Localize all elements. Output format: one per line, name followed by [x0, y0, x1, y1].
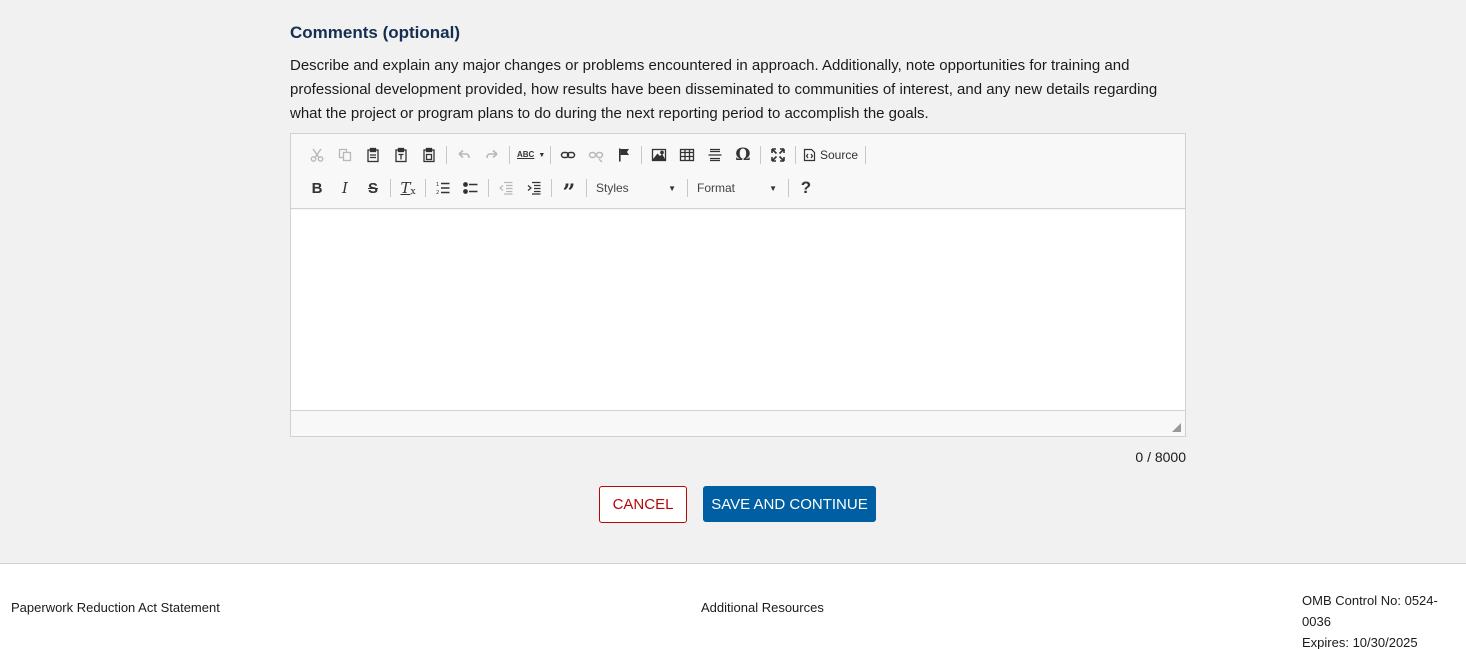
toolbar-separator: [488, 179, 489, 197]
spellcheck-button[interactable]: ABC ▼: [513, 142, 547, 168]
remove-format-icon[interactable]: Tx: [394, 175, 422, 201]
toolbar-separator: [425, 179, 426, 197]
table-icon[interactable]: [673, 142, 701, 168]
toolbar-separator: [550, 146, 551, 164]
help-icon[interactable]: ?: [792, 175, 820, 201]
additional-resources-link[interactable]: Additional Resources: [701, 600, 824, 615]
page-footer: Paperwork Reduction Act Statement Additi…: [0, 563, 1466, 649]
editor-content-area[interactable]: [291, 210, 1185, 410]
save-and-continue-button[interactable]: SAVE AND CONTINUE: [703, 486, 876, 522]
maximize-icon[interactable]: [764, 142, 792, 168]
toolbar-separator: [788, 179, 789, 197]
undo-icon[interactable]: [450, 142, 478, 168]
toolbar-separator: [687, 179, 688, 197]
special-character-icon[interactable]: Ω: [729, 142, 757, 168]
paste-word-icon[interactable]: [415, 142, 443, 168]
format-label: Format: [697, 181, 736, 195]
comments-heading: Comments (optional): [290, 23, 460, 42]
toolbar-separator: [509, 146, 510, 164]
toolbar-separator: [865, 146, 867, 164]
bold-icon[interactable]: B: [303, 175, 331, 201]
paste-icon[interactable]: [359, 142, 387, 168]
outdent-icon[interactable]: [492, 175, 520, 201]
svg-text:2: 2: [436, 190, 439, 196]
cut-icon[interactable]: [303, 142, 331, 168]
rich-text-editor: ABC ▼ Ω Source B I S T x 1 2 ” Styles ▼ …: [290, 133, 1186, 437]
numbered-list-icon[interactable]: 12: [429, 175, 457, 201]
editor-status-bar: [291, 410, 1185, 436]
styles-label: Styles: [596, 181, 629, 195]
toolbar-separator: [760, 146, 761, 164]
toolbar-separator: [390, 179, 391, 197]
source-button[interactable]: Source: [799, 142, 862, 168]
omb-info: OMB Control No: 0524-0036 Expires: 10/30…: [1302, 590, 1466, 649]
toolbar-separator: [795, 146, 796, 164]
copy-icon[interactable]: [331, 142, 359, 168]
cancel-button[interactable]: CANCEL: [599, 486, 687, 523]
character-counter: 0 / 8000: [1135, 449, 1186, 465]
redo-icon[interactable]: [478, 142, 506, 168]
omb-expiration: Expires: 10/30/2025: [1302, 635, 1418, 649]
source-label: Source: [820, 148, 859, 162]
unlink-icon[interactable]: [582, 142, 610, 168]
paste-text-icon[interactable]: [387, 142, 415, 168]
resize-handle-icon[interactable]: [1172, 423, 1181, 432]
chevron-down-icon: ▼: [769, 183, 777, 193]
toolbar-separator: [586, 179, 587, 197]
toolbar-separator: [446, 146, 447, 164]
strikethrough-icon[interactable]: S: [359, 175, 387, 201]
italic-icon[interactable]: I: [331, 175, 359, 201]
toolbar-row-2: B I S Tx 12 ” Styles ▼ Format ▼ ?: [303, 174, 820, 204]
toolbar-separator: [641, 146, 642, 164]
format-dropdown[interactable]: Format ▼: [691, 175, 785, 201]
comments-description: Describe and explain any major changes o…: [290, 57, 1158, 122]
toolbar-separator: [551, 179, 552, 197]
styles-dropdown[interactable]: Styles ▼: [590, 175, 684, 201]
spellcheck-icon: ABC: [517, 150, 535, 159]
image-icon[interactable]: [645, 142, 673, 168]
indent-icon[interactable]: [520, 175, 548, 201]
chevron-down-icon: ▼: [538, 151, 546, 159]
toolbar-row-1: ABC ▼ Ω Source: [303, 141, 869, 169]
omb-control-number: OMB Control No: 0524-0036: [1302, 593, 1438, 629]
svg-text:1: 1: [436, 182, 439, 188]
editor-toolbar: ABC ▼ Ω Source B I S T x 1 2 ” Styles ▼ …: [291, 134, 1185, 209]
horizontal-rule-icon[interactable]: [701, 142, 729, 168]
anchor-flag-icon[interactable]: [610, 142, 638, 168]
chevron-down-icon: ▼: [668, 183, 676, 193]
bulleted-list-icon[interactable]: [457, 175, 485, 201]
paperwork-reduction-link[interactable]: Paperwork Reduction Act Statement: [11, 600, 220, 615]
link-icon[interactable]: [554, 142, 582, 168]
blockquote-icon[interactable]: ”: [555, 175, 583, 204]
source-icon: [803, 148, 816, 162]
